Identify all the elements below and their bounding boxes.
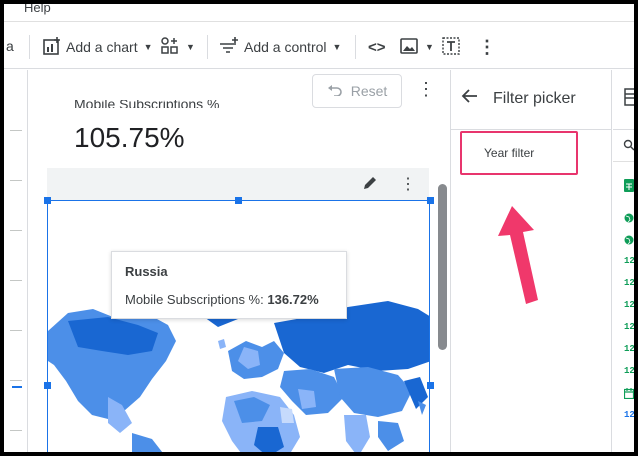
number-field-icon: 123: [624, 410, 635, 420]
chevron-down-icon: ▼: [425, 42, 434, 52]
number-field-icon: 123: [624, 300, 635, 310]
data-panel: 123 123 123 123 123 123 123: [613, 70, 634, 452]
year-filter-label: Year filter: [484, 146, 535, 160]
embed-code-button[interactable]: <>: [368, 34, 386, 60]
toolbar-separator: [29, 35, 30, 59]
filter-picker-header: Filter picker: [451, 70, 611, 130]
ruler-tick: [10, 430, 22, 431]
filter-picker-title: Filter picker: [493, 90, 576, 107]
more-options-button[interactable]: ⋮: [478, 34, 496, 60]
community-visualizations-button[interactable]: ▼: [160, 34, 195, 60]
resize-handle[interactable]: [235, 197, 242, 204]
resize-handle[interactable]: [44, 197, 51, 204]
add-chart-label: Add a chart: [66, 39, 138, 55]
resize-handle[interactable]: [427, 382, 434, 389]
data-panel-header: [613, 70, 634, 130]
add-control-icon: [218, 36, 240, 59]
ruler-tick: [10, 380, 22, 381]
tooltip-metric-value: 136.72%: [267, 292, 319, 307]
ruler-tick: [10, 130, 22, 131]
canvas-scrollbar[interactable]: [438, 184, 447, 350]
tooltip-metric: Mobile Subscriptions %: 136.72%: [125, 292, 333, 307]
chevron-down-icon: ▼: [143, 42, 153, 52]
window: Help a Add a chart ▼ ▼ Add a control ▼ <…: [0, 0, 638, 456]
edit-pencil-icon[interactable]: [361, 174, 379, 197]
ruler-tick: [10, 330, 22, 331]
image-button[interactable]: ▼: [399, 34, 434, 60]
undo-icon: [327, 83, 343, 99]
map-tooltip: Russia Mobile Subscriptions %: 136.72%: [111, 251, 347, 319]
scorecard-label: Mobile Subscriptions %: [74, 100, 220, 108]
geo-map-chart[interactable]: [47, 200, 430, 452]
add-chart-button[interactable]: Add a chart ▼: [42, 34, 153, 60]
code-icon: <>: [368, 38, 386, 56]
ruler-marker: [12, 386, 22, 388]
tooltip-country: Russia: [125, 264, 168, 279]
number-field-icon: 123: [624, 278, 635, 288]
world-map: [48, 201, 429, 452]
reset-label: Reset: [350, 83, 388, 99]
annotation-arrow: [494, 200, 554, 315]
toolbar-separator: [207, 35, 208, 59]
components-icon: [160, 36, 180, 59]
arrow-back-icon[interactable]: [461, 88, 479, 109]
text-box-icon: [441, 36, 461, 59]
data-source-icon[interactable]: [624, 88, 634, 111]
chevron-down-icon: ▼: [186, 42, 195, 52]
toolbar-separator: [355, 35, 356, 59]
menu-bar: Help: [4, 4, 634, 22]
tooltip-metric-label: Mobile Subscriptions %:: [125, 292, 264, 307]
chevron-down-icon: ▼: [332, 42, 342, 52]
year-filter-item[interactable]: Year filter: [460, 131, 578, 175]
scorecard-value: 105.75%: [74, 122, 185, 153]
more-vert-icon[interactable]: ⋮: [417, 80, 435, 98]
ruler-tick: [10, 180, 22, 181]
data-search[interactable]: [613, 130, 634, 162]
menu-help[interactable]: Help: [24, 4, 51, 15]
number-field-icon: 123: [624, 322, 635, 332]
globe-icon: [624, 210, 634, 228]
calendar-icon: [623, 386, 634, 404]
toolbar: a Add a chart ▼ ▼ Add a control ▼ <> ▼ ⋮: [4, 23, 634, 69]
image-icon: [399, 36, 419, 59]
chart-more-vert-icon[interactable]: ⋮: [400, 174, 416, 194]
reset-button[interactable]: Reset: [312, 74, 402, 108]
resize-handle[interactable]: [427, 197, 434, 204]
ruler-tick: [10, 230, 22, 231]
add-control-button[interactable]: Add a control ▼: [218, 34, 341, 60]
number-field-icon: 123: [624, 256, 635, 266]
sheets-icon: [624, 179, 634, 197]
resize-handle[interactable]: [44, 382, 51, 389]
number-field-icon: 123: [624, 366, 635, 376]
toolbar-partial-text: a: [6, 38, 14, 54]
globe-icon: [624, 232, 634, 250]
report-canvas: Reset ⋮ Mobile Subscriptions % 105.75% ⋮: [4, 70, 450, 452]
left-ruler: [4, 70, 28, 452]
number-field-icon: 123: [624, 344, 635, 354]
add-chart-icon: [42, 36, 62, 59]
add-control-label: Add a control: [244, 39, 327, 55]
text-button[interactable]: [441, 34, 461, 60]
more-vert-icon: ⋮: [478, 36, 496, 57]
search-icon: [623, 138, 634, 156]
ruler-tick: [10, 280, 22, 281]
map-region: [280, 407, 294, 423]
